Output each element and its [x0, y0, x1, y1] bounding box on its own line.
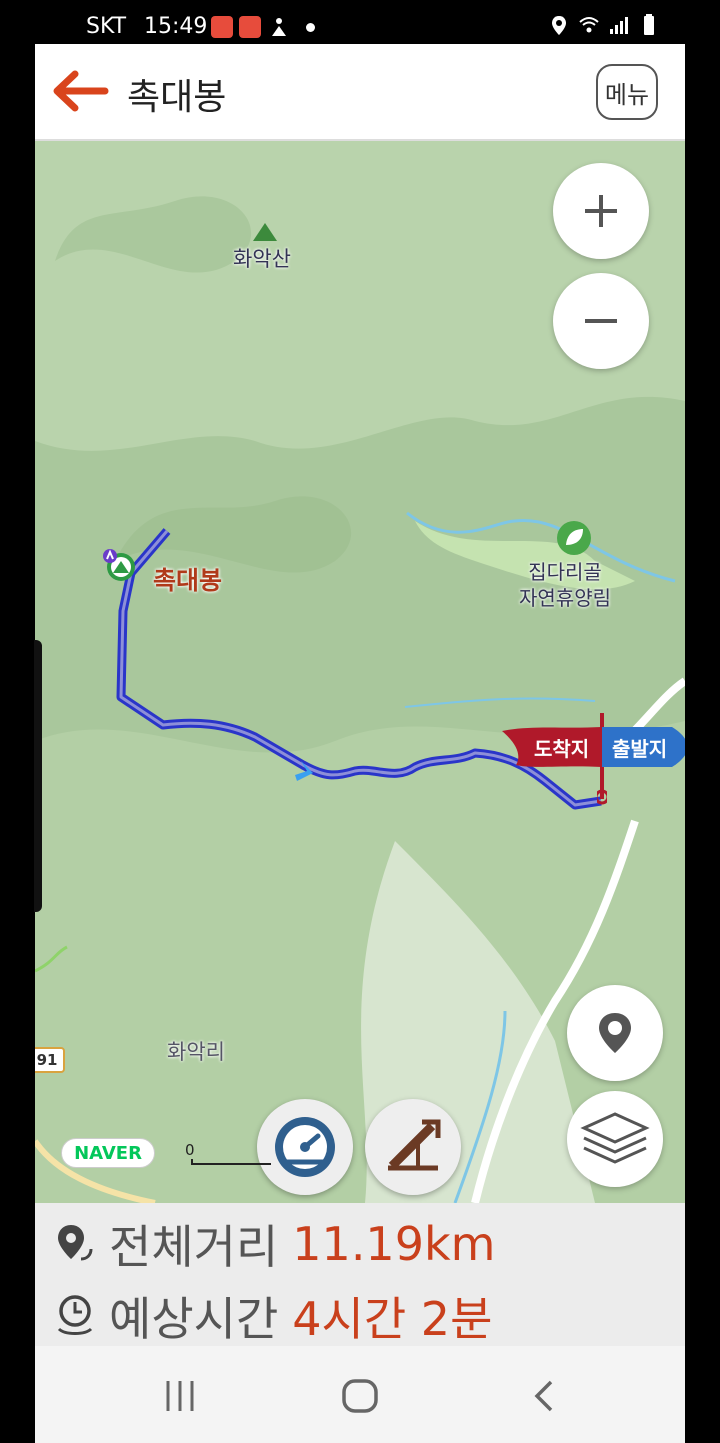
home-button[interactable] — [335, 1374, 385, 1418]
layers-button[interactable] — [567, 1091, 663, 1187]
recent-apps-button[interactable] — [155, 1374, 205, 1418]
time-row: 예상시간 4시간 2분 — [55, 1283, 492, 1349]
estimated-time-icon — [57, 1295, 93, 1335]
layers-icon — [580, 1112, 650, 1164]
distance-value: 11.19km — [292, 1217, 496, 1271]
plus-icon — [585, 195, 617, 227]
back-chevron-icon — [534, 1380, 553, 1412]
zoom-in-button[interactable] — [553, 163, 649, 259]
clock: 15:49 — [144, 14, 208, 39]
road-number-badge: 91 — [35, 1047, 65, 1073]
map-label-village: 화악리 — [167, 1040, 225, 1064]
distance-row: 전체거리 11.19km — [55, 1211, 495, 1277]
time-label: 예상시간 — [109, 1292, 279, 1346]
end-flag[interactable]: 도착지 — [502, 725, 602, 769]
battery-icon — [638, 14, 660, 36]
menu-button[interactable]: 메뉴 — [596, 64, 658, 120]
scale-zero-label: 0 — [185, 1141, 195, 1159]
my-location-button[interactable] — [567, 985, 663, 1081]
start-flag-label: 출발지 — [612, 737, 668, 761]
naver-attribution: NAVER — [61, 1138, 155, 1168]
wifi-icon — [578, 14, 600, 36]
home-icon — [342, 1379, 378, 1413]
forest-leaf-icon[interactable] — [555, 519, 593, 557]
zoom-out-button[interactable] — [553, 273, 649, 369]
nav-back-button[interactable] — [519, 1374, 569, 1418]
elevation-profile-icon — [388, 1119, 441, 1171]
edge-panel-handle[interactable] — [34, 640, 42, 912]
app-header: 촉대봉 메뉴 — [35, 44, 685, 142]
route-distance-icon — [58, 1225, 93, 1261]
start-flag[interactable]: 출발지 — [602, 725, 685, 769]
system-nav-bar — [35, 1346, 685, 1443]
map-label-hwaaksan: 화악산 — [233, 247, 291, 271]
back-button[interactable] — [49, 66, 109, 116]
elevation-button[interactable] — [365, 1099, 461, 1195]
route-direction-icon — [295, 761, 313, 781]
map-view[interactable]: 화악산 촉대봉 집다리골 자연휴양림 화악리 도착지 출발지 NAVER 0 9… — [35, 141, 685, 1203]
mountain-peak-icon — [253, 223, 277, 241]
location-icon — [548, 14, 570, 36]
minus-icon — [585, 319, 617, 323]
arrow-left-icon — [53, 70, 109, 112]
summit-marker-icon[interactable] — [101, 547, 137, 583]
map-label-chokdaebong: 촉대봉 — [153, 566, 223, 595]
carrier-label: SKT — [86, 14, 127, 39]
route-info-panel: 전체거리 11.19km 예상시간 4시간 2분 — [35, 1203, 685, 1346]
scale-bar — [191, 1159, 271, 1165]
map-label-forest: 집다리골 자연휴양림 — [519, 560, 611, 610]
page-title: 촉대봉 — [127, 77, 227, 118]
recent-apps-icon — [166, 1381, 194, 1411]
accessibility-icon — [268, 16, 290, 38]
more-notifications-dot — [306, 23, 315, 32]
time-value: 4시간 2분 — [292, 1292, 493, 1346]
app-notification-icon — [211, 16, 233, 38]
app-notification-icon — [239, 16, 261, 38]
end-flag-label: 도착지 — [534, 737, 590, 761]
signal-icon — [608, 14, 630, 36]
location-pin-icon — [599, 1013, 631, 1053]
system-icons — [548, 14, 660, 36]
distance-label: 전체거리 — [109, 1220, 279, 1274]
speedometer-icon — [275, 1117, 335, 1177]
status-bar: SKT 15:49 — [0, 0, 720, 46]
map-scale: 0 — [185, 1141, 275, 1167]
